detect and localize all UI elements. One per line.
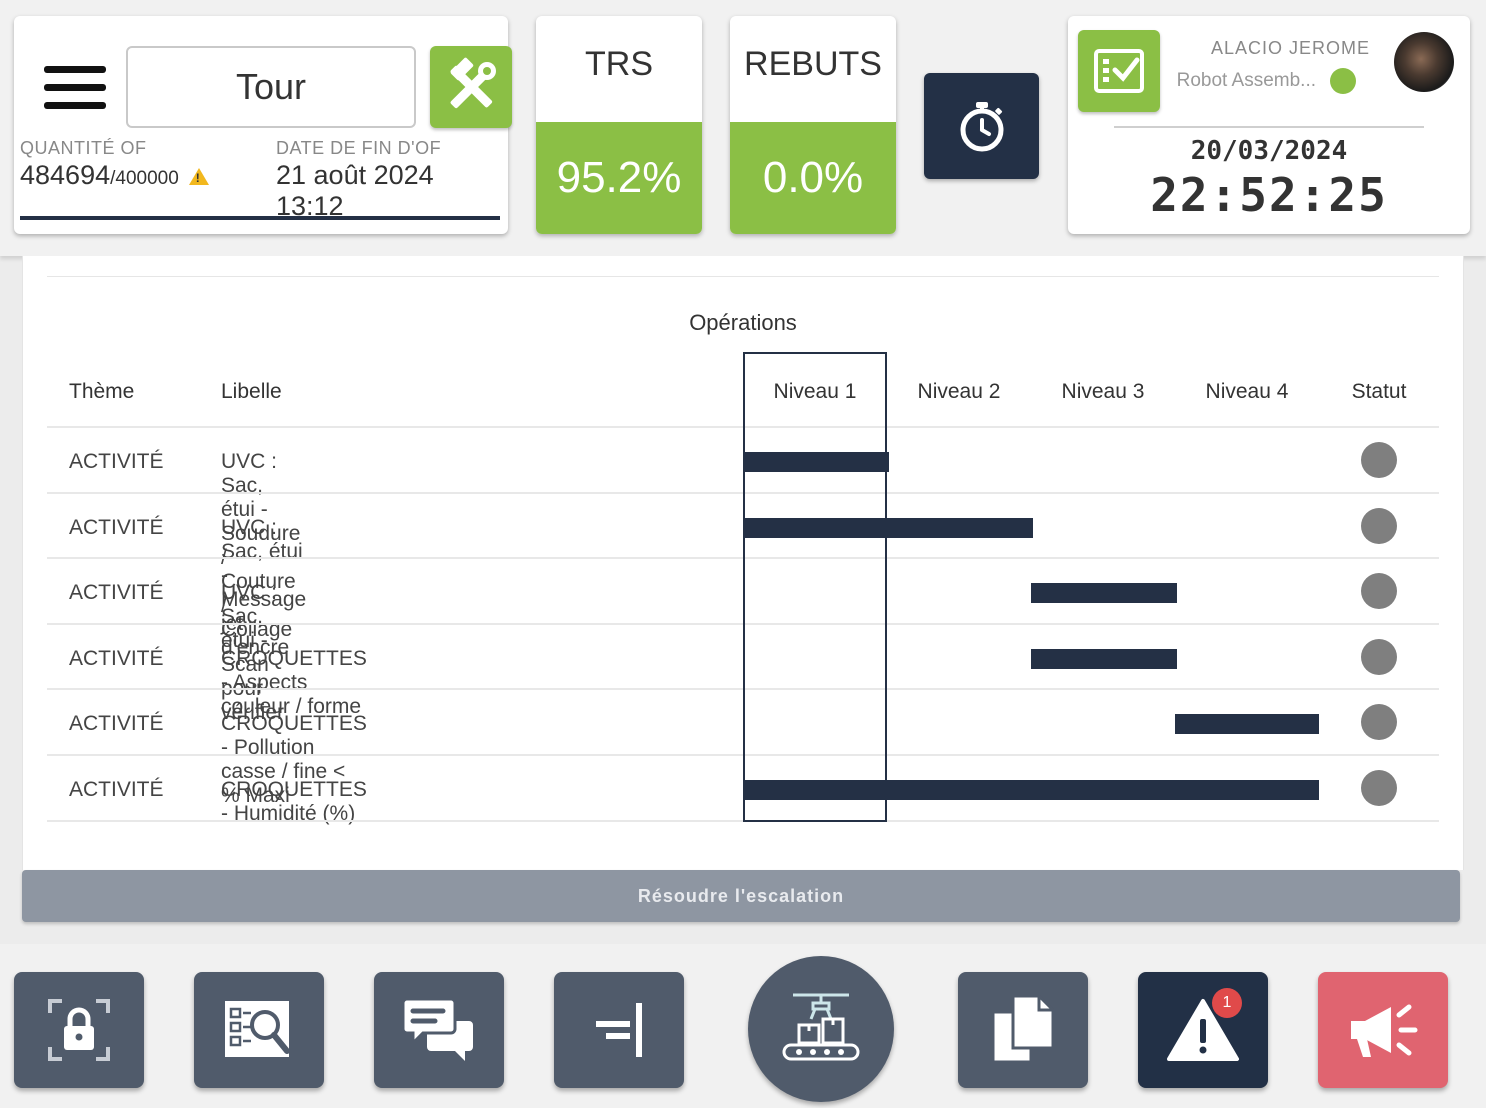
column-header-level-1[interactable]: Niveau 1 [743, 380, 887, 404]
level-bar [743, 780, 1319, 800]
chat-icon [401, 997, 473, 1061]
kpi-rebuts-title: REBUTS [744, 44, 882, 83]
warning-icon [188, 168, 209, 185]
row-theme: ACTIVITÉ [69, 450, 164, 473]
kpi-trs-title: TRS [585, 44, 653, 83]
resolve-escalation-button[interactable]: Résoudre l'escalation [22, 870, 1460, 922]
checklist-icon [1094, 49, 1144, 93]
operations-panel: Opérations Thème Libelle Niveau 1 Niveau… [22, 256, 1464, 870]
conveyor-robot-icon [782, 993, 860, 1061]
align-right-icon [596, 1003, 642, 1057]
row-divider [47, 622, 1439, 625]
lock-button[interactable] [14, 972, 144, 1088]
online-status-dot [1330, 68, 1356, 94]
level-bar [1031, 583, 1177, 604]
row-theme: ACTIVITÉ [69, 646, 164, 670]
alerts-button[interactable]: 1 [1138, 972, 1268, 1088]
checklist-search-icon [225, 1001, 290, 1057]
kpi-trs-value: 95.2% [536, 122, 702, 234]
row-theme: ACTIVITÉ [69, 712, 164, 736]
production-line-button[interactable] [748, 956, 894, 1102]
messages-button[interactable] [374, 972, 504, 1088]
documents-icon [991, 994, 1055, 1064]
inspection-checklist-button[interactable] [194, 972, 324, 1088]
level-bar [1175, 714, 1319, 735]
timer-button[interactable] [924, 73, 1039, 179]
production-order-name[interactable]: Tour [126, 46, 416, 128]
kpi-rebuts[interactable]: REBUTS 0.0% [730, 16, 896, 234]
align-right-button[interactable] [554, 972, 684, 1088]
progress-underline [20, 216, 500, 220]
status-dot[interactable] [1361, 638, 1397, 675]
selected-level-frame [743, 352, 887, 822]
level-bar [743, 452, 889, 472]
column-header-level-2[interactable]: Niveau 2 [887, 380, 1031, 404]
current-time: 22:52:25 [1150, 168, 1388, 222]
status-dot[interactable] [1361, 770, 1397, 806]
alert-count-badge: 1 [1212, 988, 1242, 1018]
column-header-level-4[interactable]: Niveau 4 [1175, 380, 1319, 404]
divider [47, 276, 1439, 277]
tools-button[interactable] [430, 46, 512, 128]
row-theme: ACTIVITÉ [69, 581, 164, 605]
row-libelle: CROQUETTES - Aspects couleur / forme [221, 646, 367, 718]
operations-title: Opérations [689, 310, 797, 335]
production-order-card: Tour QUANTITÉ OF 484694/400000 DATE DE F… [14, 16, 512, 234]
status-dot[interactable] [1361, 704, 1397, 741]
row-theme: ACTIVITÉ [69, 515, 164, 539]
row-theme: ACTIVITÉ [69, 778, 164, 801]
status-dot[interactable] [1361, 442, 1397, 478]
user-role: Robot Assemb... [1176, 70, 1316, 91]
stopwatch-icon [960, 102, 1003, 152]
documents-button[interactable] [958, 972, 1088, 1088]
user-card: ALACIO JEROME Robot Assemb... 20/03/2024… [1068, 16, 1470, 234]
level-bar [1031, 648, 1177, 669]
level-bar [743, 517, 1033, 538]
row-divider [47, 688, 1439, 691]
column-header-status: Statut [1351, 380, 1407, 403]
row-divider [47, 754, 1439, 756]
avatar[interactable] [1394, 32, 1454, 92]
row-divider [47, 557, 1439, 560]
hamburger-icon[interactable] [44, 66, 106, 110]
megaphone-icon [1351, 1004, 1418, 1057]
end-date-label: DATE DE FIN D'OF [276, 138, 442, 158]
announcement-button[interactable] [1318, 972, 1448, 1088]
row-divider [47, 491, 1439, 494]
kpi-trs[interactable]: TRS 95.2% [536, 16, 702, 234]
quantity-value: 484694/400000 [20, 160, 209, 191]
status-dot[interactable] [1361, 507, 1397, 544]
divider [1114, 126, 1424, 128]
end-date-value: 21 août 2024 13:12 [276, 160, 434, 221]
column-header-level-3[interactable]: Niveau 3 [1031, 380, 1175, 404]
lock-icon [48, 999, 110, 1061]
row-divider [47, 426, 1439, 428]
quantity-label: QUANTITÉ OF [20, 138, 147, 158]
current-date: 20/03/2024 [1190, 136, 1348, 166]
column-header-libelle: Libelle [221, 380, 282, 403]
row-divider [47, 819, 1439, 822]
checklist-button[interactable] [1078, 30, 1160, 112]
column-header-theme: Thème [69, 380, 135, 403]
user-name: ALACIO JEROME [1210, 38, 1370, 58]
tools-icon [450, 57, 496, 109]
kpi-rebuts-value: 0.0% [730, 122, 896, 234]
status-dot[interactable] [1361, 573, 1397, 610]
